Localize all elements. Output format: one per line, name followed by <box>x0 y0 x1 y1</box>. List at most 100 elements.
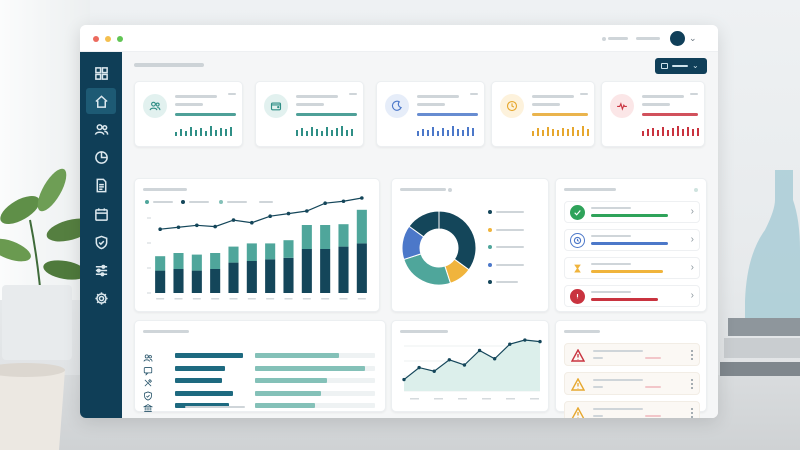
category-row[interactable] <box>142 399 378 413</box>
more-options-icon[interactable] <box>691 408 693 418</box>
sparkline-bar <box>577 129 579 136</box>
search-placeholder[interactable] <box>602 37 606 41</box>
sparkline-bar <box>442 128 444 136</box>
alert-row[interactable] <box>564 343 700 366</box>
maximize-button[interactable] <box>117 36 123 42</box>
chevron-right-icon[interactable]: › <box>691 290 694 302</box>
alert-row[interactable] <box>564 401 700 418</box>
area-point <box>462 363 467 367</box>
sparkline-bar <box>462 130 464 136</box>
sidebar-item-calendar[interactable] <box>86 201 116 227</box>
status-label <box>591 291 631 293</box>
status-label <box>591 263 631 265</box>
trend-point <box>195 223 199 228</box>
alert-detail <box>593 386 603 388</box>
kpi-card[interactable] <box>491 81 595 147</box>
home-icon <box>94 95 108 108</box>
close-button[interactable] <box>93 36 99 42</box>
sparkline-bar <box>587 129 589 136</box>
status-row[interactable]: › <box>564 285 700 307</box>
alert-circle-icon <box>570 289 585 304</box>
kpi-card[interactable] <box>376 81 485 147</box>
sparkline-bar <box>331 129 333 136</box>
trend-point <box>250 220 254 225</box>
shield-icon <box>95 235 107 250</box>
kpi-menu-icon[interactable] <box>228 93 236 95</box>
sparkline-bar <box>652 127 654 136</box>
check-circle-icon <box>570 205 585 220</box>
more-options-icon[interactable] <box>691 350 693 360</box>
avatar[interactable] <box>670 31 685 46</box>
sidebar-item-grid[interactable] <box>86 60 116 86</box>
refresh-icon[interactable] <box>694 188 698 192</box>
chevron-right-icon[interactable]: › <box>691 206 694 218</box>
chevron-right-icon[interactable]: › <box>691 262 694 274</box>
trend-point <box>268 214 272 218</box>
kpi-menu-icon[interactable] <box>349 93 357 95</box>
x-tick-label <box>156 298 165 300</box>
bar-primary <box>155 270 166 293</box>
bar-secondary <box>255 390 321 396</box>
bar-primary <box>175 390 233 396</box>
card-title <box>143 330 189 333</box>
date-range-button[interactable]: ⌄ <box>655 58 707 74</box>
main-content: ⌄ › › › › <box>122 52 718 418</box>
alert-time <box>645 386 661 388</box>
kpi-card[interactable] <box>134 81 243 147</box>
sparkline-bar <box>351 128 353 136</box>
x-tick-label <box>321 298 330 300</box>
kpi-menu-icon[interactable] <box>690 93 698 95</box>
sparkline-bar <box>175 131 177 136</box>
legend-marker <box>488 210 492 214</box>
kpi-card[interactable] <box>255 81 364 147</box>
status-progress <box>591 298 659 301</box>
status-row[interactable]: › <box>564 229 700 251</box>
kpi-menu-icon[interactable] <box>470 93 478 95</box>
sidebar-item-home[interactable] <box>86 88 116 115</box>
status-row[interactable]: › <box>564 201 700 223</box>
kpi-icon-badge <box>264 94 288 118</box>
sparkline-bar <box>195 130 197 136</box>
kpi-progress-bar <box>296 113 357 116</box>
area-point <box>417 365 421 370</box>
sidebar-item-users[interactable] <box>86 116 116 142</box>
sidebar <box>80 52 122 418</box>
sidebar-item-shield[interactable] <box>86 229 116 255</box>
x-tick-label <box>211 298 220 300</box>
sparkline-bar <box>321 130 323 136</box>
chevron-right-icon[interactable]: › <box>691 234 694 246</box>
status-progress <box>591 270 663 273</box>
sidebar-item-document[interactable] <box>86 173 116 199</box>
users-icon <box>94 123 108 135</box>
sparkline-bar <box>210 126 212 136</box>
chevron-down-icon[interactable]: ⌄ <box>689 33 697 43</box>
trend-line <box>160 197 362 230</box>
bar-secondary <box>320 225 331 249</box>
sparkline-bar <box>557 130 559 136</box>
status-row[interactable]: › <box>564 257 700 279</box>
sparkline-bar <box>467 127 469 136</box>
kpi-subtitle <box>417 103 445 106</box>
calendar-icon <box>661 63 668 69</box>
kpi-card[interactable] <box>601 81 705 147</box>
notification-label[interactable] <box>608 37 628 40</box>
more-options-icon[interactable] <box>691 379 693 389</box>
bar-primary <box>356 243 367 293</box>
sparkline-bar <box>200 128 202 136</box>
sidebar-item-gear[interactable] <box>86 286 116 312</box>
sparkline-bar <box>682 129 684 136</box>
user-name-placeholder[interactable] <box>636 37 660 40</box>
sidebar-item-pie-chart[interactable] <box>86 145 116 171</box>
sidebar-item-sliders[interactable] <box>86 257 116 283</box>
kpi-title <box>417 95 459 98</box>
bar-primary <box>175 353 244 358</box>
kpi-menu-icon[interactable] <box>580 93 588 95</box>
alerts-card <box>555 320 707 418</box>
sparkline-bar <box>296 130 298 136</box>
kpi-icon-badge <box>610 94 634 118</box>
trend-point <box>158 227 162 231</box>
trend-point <box>286 211 291 216</box>
alert-row[interactable] <box>564 372 700 395</box>
kpi-sparkline <box>642 126 699 136</box>
minimize-button[interactable] <box>105 36 111 42</box>
